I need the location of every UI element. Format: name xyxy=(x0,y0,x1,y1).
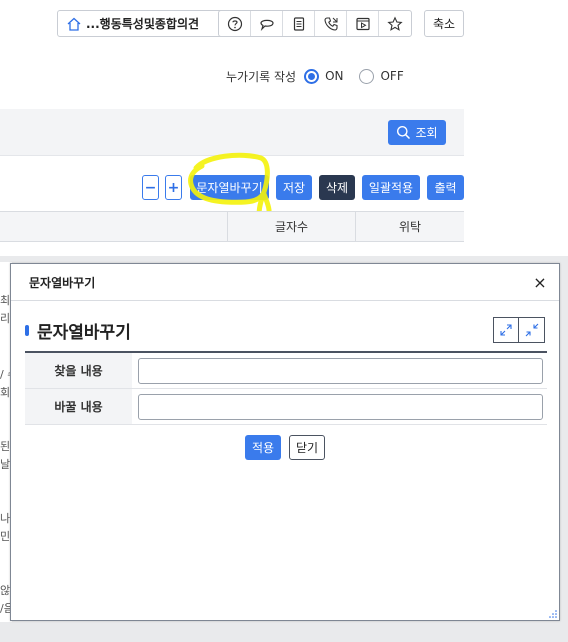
save-button[interactable]: 저장 xyxy=(276,175,312,200)
chat-icon[interactable] xyxy=(251,11,283,36)
close-icon[interactable]: × xyxy=(531,273,549,292)
on-label: ON xyxy=(325,69,344,83)
off-radio[interactable] xyxy=(359,68,375,84)
breadcrumb-home-button[interactable]: ...행동특성및종합의견 xyxy=(57,10,237,37)
video-icon[interactable] xyxy=(347,11,379,36)
bulk-apply-button[interactable]: 일괄적용 xyxy=(362,175,420,200)
star-icon[interactable] xyxy=(379,11,411,36)
section-marker xyxy=(25,324,29,336)
find-label: 찾을 내용 xyxy=(25,353,132,388)
replace-input[interactable] xyxy=(138,393,543,420)
section-title-text: 문자열바꾸기 xyxy=(37,322,131,343)
replace-string-button[interactable]: 문자열바꾸기 xyxy=(190,175,269,200)
search-button[interactable]: 조회 xyxy=(388,120,446,145)
plus-button[interactable]: + xyxy=(165,175,182,200)
find-input[interactable] xyxy=(138,357,543,384)
phone-icon[interactable] xyxy=(315,11,347,36)
delete-button[interactable]: 삭제 xyxy=(319,175,355,200)
toolbar-icon-group xyxy=(218,10,412,37)
column-header-consign[interactable]: 위탁 xyxy=(355,212,464,241)
minimize-icon[interactable] xyxy=(519,317,545,343)
help-icon[interactable] xyxy=(219,11,251,36)
replace-form: 찾을 내용 바꿀 내용 xyxy=(25,351,547,425)
grid-header: 글자수 위탁 xyxy=(0,211,464,242)
section-title: 문자열바꾸기 xyxy=(25,318,131,343)
search-button-label: 조회 xyxy=(415,126,438,140)
shrink-button[interactable]: 축소 xyxy=(424,10,464,37)
print-button[interactable]: 출력 xyxy=(427,175,464,200)
window-size-controls xyxy=(493,317,545,343)
search-icon xyxy=(397,126,411,140)
replace-row: 바꿀 내용 xyxy=(25,389,547,425)
dialog-title: 문자열바꾸기 xyxy=(29,275,96,290)
record-option-label: 누가기록 작성 xyxy=(226,69,297,84)
replace-string-dialog: 문자열바꾸기 × 문자열바꾸기 찾을 내용 바꿀 내용 적용 닫기 xyxy=(10,263,560,621)
apply-button[interactable]: 적용 xyxy=(245,435,281,460)
breadcrumb-label: ...행동특성및종합의견 xyxy=(86,17,200,31)
replace-cell xyxy=(132,389,547,424)
replace-label: 바꿀 내용 xyxy=(25,389,132,424)
find-row: 찾을 내용 xyxy=(25,353,547,389)
record-option-row: 누가기록 작성 ON OFF xyxy=(226,66,404,86)
off-label: OFF xyxy=(380,69,404,83)
close-button[interactable]: 닫기 xyxy=(289,435,325,460)
document-icon[interactable] xyxy=(283,11,315,36)
on-radio[interactable] xyxy=(304,68,320,84)
resize-handle-icon[interactable] xyxy=(549,610,557,618)
home-icon xyxy=(67,17,81,31)
column-header-char-count[interactable]: 글자수 xyxy=(227,212,355,241)
dialog-header[interactable]: 문자열바꾸기 xyxy=(11,264,559,301)
minus-button[interactable]: − xyxy=(142,175,159,200)
find-cell xyxy=(132,353,547,388)
maximize-icon[interactable] xyxy=(493,317,519,343)
